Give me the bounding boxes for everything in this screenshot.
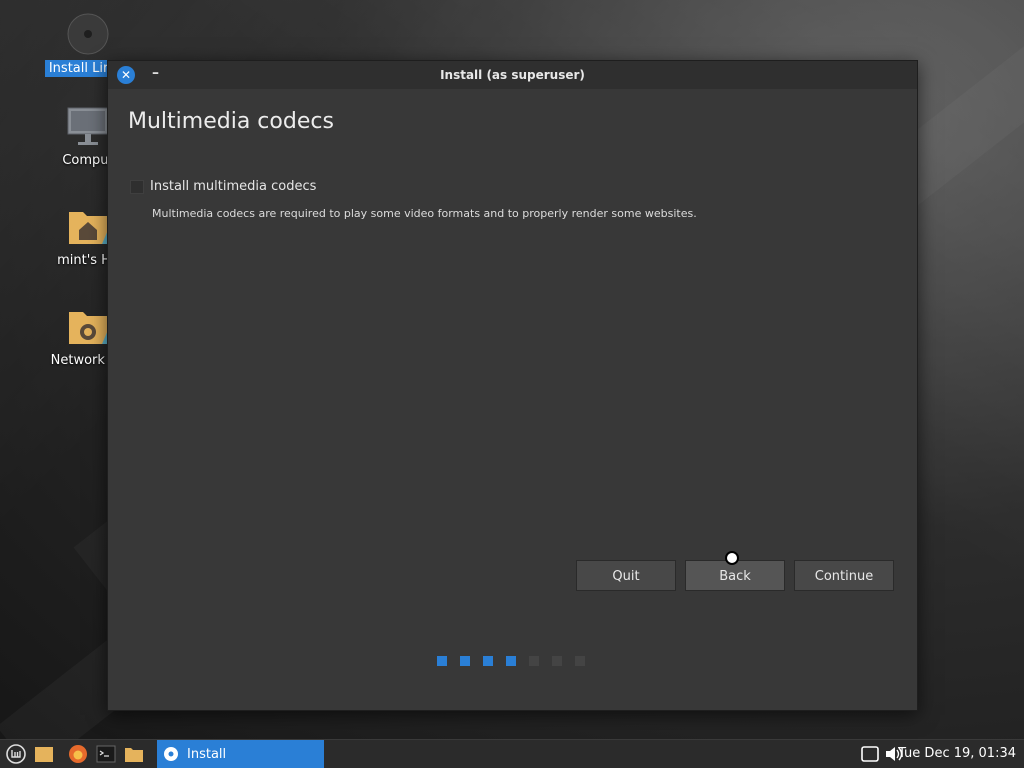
disc-icon bbox=[67, 13, 109, 55]
taskbar-item-install[interactable]: Install bbox=[157, 740, 324, 768]
network-status-icon[interactable] bbox=[860, 744, 880, 764]
show-desktop-icon[interactable] bbox=[34, 744, 54, 764]
window-titlebar[interactable]: ✕ – Install (as superuser) bbox=[108, 61, 917, 89]
firefox-icon[interactable] bbox=[68, 744, 88, 764]
network-folder-icon bbox=[69, 312, 108, 344]
quit-button[interactable]: Quit bbox=[576, 560, 676, 591]
page-title: Multimedia codecs bbox=[128, 109, 334, 134]
installer-window: ✕ – Install (as superuser) Multimedia co… bbox=[107, 60, 918, 711]
progress-step-dot bbox=[575, 656, 585, 666]
step-progress-indicator bbox=[437, 656, 585, 666]
clock[interactable]: Tue Dec 19, 01:34 bbox=[898, 746, 1016, 761]
install-codecs-label[interactable]: Install multimedia codecs bbox=[150, 179, 316, 194]
installer-icon bbox=[164, 747, 178, 761]
taskbar: Install Tue Dec 19, 01:34 bbox=[0, 739, 1024, 768]
progress-step-dot bbox=[483, 656, 493, 666]
progress-step-dot bbox=[460, 656, 470, 666]
install-codecs-checkbox[interactable] bbox=[130, 179, 144, 194]
mouse-cursor bbox=[725, 551, 739, 565]
progress-step-dot bbox=[437, 656, 447, 666]
back-button[interactable]: Back bbox=[685, 560, 785, 591]
install-codecs-description: Multimedia codecs are required to play s… bbox=[152, 207, 697, 220]
progress-step-dot bbox=[506, 656, 516, 666]
mint-menu-icon[interactable] bbox=[6, 744, 26, 764]
install-codecs-option[interactable]: Install multimedia codecs bbox=[130, 179, 316, 194]
progress-step-dot bbox=[529, 656, 539, 666]
home-folder-icon bbox=[69, 212, 108, 244]
progress-step-dot bbox=[552, 656, 562, 666]
window-title: Install (as superuser) bbox=[440, 68, 585, 82]
terminal-icon[interactable] bbox=[96, 744, 116, 764]
continue-button[interactable]: Continue bbox=[794, 560, 894, 591]
monitor-icon bbox=[67, 107, 109, 145]
files-icon[interactable] bbox=[124, 744, 144, 764]
taskbar-item-label: Install bbox=[187, 746, 227, 762]
